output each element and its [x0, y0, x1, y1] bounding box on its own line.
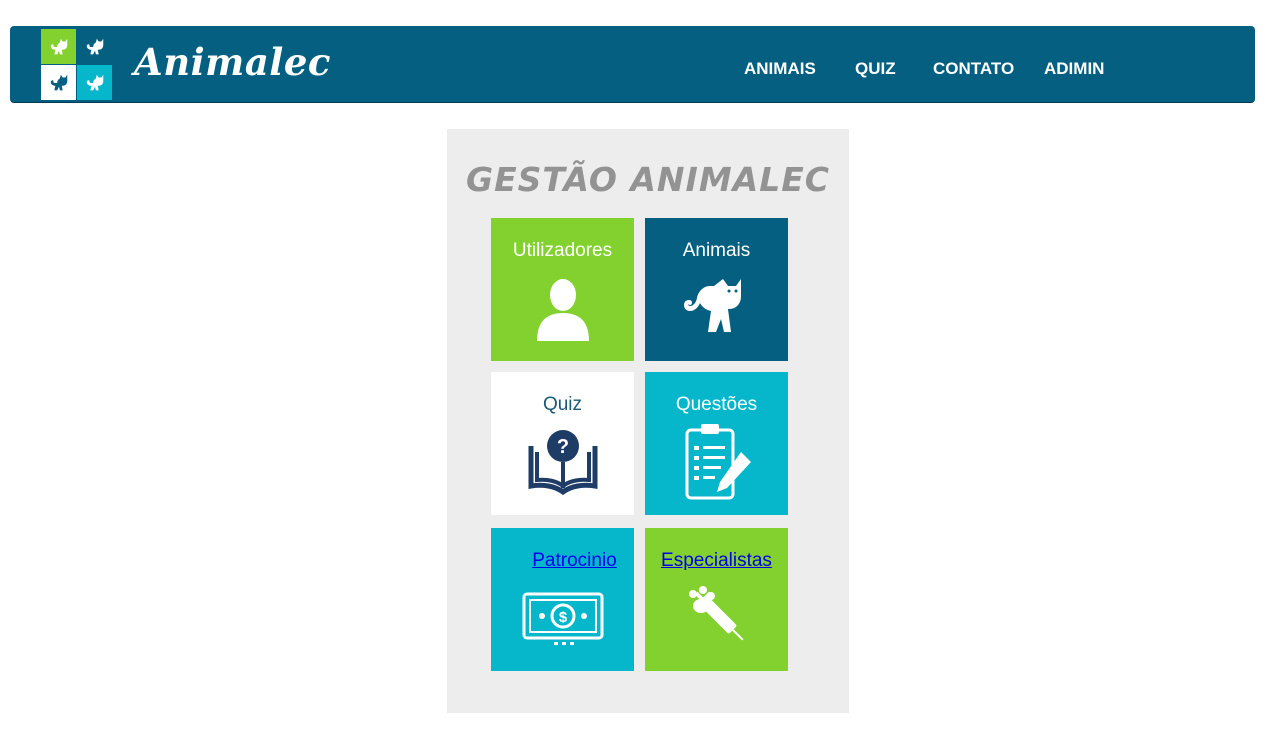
logo[interactable] — [41, 29, 112, 100]
tile-questoes[interactable]: Questões — [645, 372, 788, 515]
nav-contato[interactable]: CONTATO — [933, 59, 1014, 79]
cat-icon — [77, 29, 112, 64]
tile-quiz[interactable]: Quiz ? — [491, 372, 634, 515]
quiz-book-icon: ? — [491, 422, 634, 502]
money-icon: $ — [491, 578, 634, 658]
user-icon — [491, 268, 634, 348]
cat-icon — [77, 65, 112, 100]
tile-label: Quiz — [542, 394, 583, 415]
panel-title: GESTÃO ANIMALEC — [465, 160, 830, 199]
nav-adimin[interactable]: ADIMIN — [1044, 59, 1104, 79]
syringe-paw-icon — [645, 578, 788, 658]
navbar: Animalec ANIMAIS QUIZ CONTATO ADIMIN — [10, 26, 1255, 103]
tile-utilizadores[interactable]: Utilizadores — [491, 218, 634, 361]
nav-animais[interactable]: ANIMAIS — [744, 59, 816, 79]
cat-icon — [41, 29, 76, 64]
brand-name[interactable]: Animalec — [134, 40, 331, 84]
clipboard-icon — [645, 422, 788, 502]
tile-link[interactable]: Especialistas — [645, 550, 788, 572]
cat-icon — [645, 268, 788, 348]
nav-quiz[interactable]: QUIZ — [855, 59, 896, 79]
cat-icon — [41, 65, 76, 100]
tile-especialistas[interactable]: Especialistas — [645, 528, 788, 671]
tile-patrocinio[interactable]: Patrocinio $ — [491, 528, 634, 671]
tile-label: Utilizadores — [512, 240, 613, 261]
management-panel: GESTÃO ANIMALEC Utilizadores Animais Qui… — [447, 129, 849, 713]
tile-animais[interactable]: Animais — [645, 218, 788, 361]
tile-link[interactable]: Patrocinio — [503, 550, 646, 572]
svg-text:?: ? — [556, 436, 568, 458]
tile-label: Questões — [675, 394, 758, 415]
tile-label: Animais — [682, 240, 751, 261]
svg-text:$: $ — [558, 609, 567, 626]
